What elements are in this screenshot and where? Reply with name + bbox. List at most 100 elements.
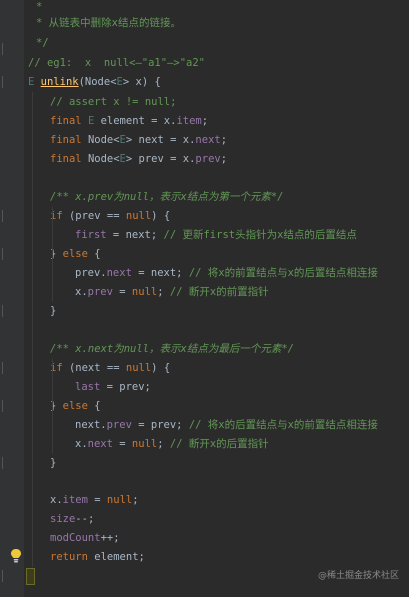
code-line[interactable]: size--; (50, 510, 94, 529)
code-token: ; (220, 153, 228, 165)
code-token: size (50, 513, 76, 525)
code-token: // 将x的前置结点与x的后置结点相连接 (188, 267, 378, 279)
code-line[interactable]: * 从链表中删除x结点的链接。 (36, 14, 181, 33)
fold-marker[interactable] (2, 400, 6, 412)
code-line[interactable]: last = prev; (75, 378, 151, 397)
code-token: // 断开x的前置指针 (169, 286, 269, 298)
code-line[interactable]: } else { (50, 397, 101, 416)
code-token: } (50, 305, 57, 317)
code-line[interactable]: final Node<E> prev = x.prev; (50, 150, 227, 169)
code-token: prev (106, 419, 132, 431)
code-token: final (50, 153, 88, 165)
code-token: item (62, 494, 88, 506)
code-token: = (112, 286, 132, 298)
code-line[interactable]: final E element = x.item; (50, 112, 208, 131)
code-line[interactable]: // assert x != null; (50, 93, 176, 112)
indent-guide (52, 207, 53, 247)
code-line[interactable]: next.prev = prev; // 将x的后置结点与x的前置结点相连接 (75, 416, 378, 435)
code-line[interactable]: E unlink(Node<E> x) { (28, 73, 161, 92)
code-token: = prev; (131, 419, 189, 431)
code-token: { (94, 248, 101, 260)
fold-marker[interactable] (2, 305, 6, 317)
code-token: next (195, 134, 221, 146)
code-token: item (176, 115, 202, 127)
code-token: (prev == (68, 210, 126, 222)
code-token: */ (36, 37, 49, 49)
code-line[interactable]: first = next; // 更新first头指针为x结点的后置结点 (75, 226, 357, 245)
code-token: = next; (131, 267, 189, 279)
code-token: element; (94, 551, 145, 563)
code-token: (next == (68, 362, 126, 374)
code-line[interactable]: final Node<E> next = x.next; (50, 131, 227, 150)
fold-marker[interactable] (2, 362, 6, 374)
code-token: // 将x的后置结点与x的前置结点相连接 (188, 419, 378, 431)
code-token: E (28, 76, 41, 88)
code-line[interactable]: if (next == null) { (50, 359, 170, 378)
code-token: null (131, 438, 158, 450)
code-token: = prev; (100, 381, 151, 393)
code-token: x. (75, 286, 88, 298)
code-token: /** x.next为null，表示x结点为最后一个元素*/ (50, 343, 294, 355)
code-token: ; (157, 286, 170, 298)
fold-marker[interactable] (2, 210, 6, 222)
code-line[interactable]: x.prev = null; // 断开x的前置指针 (75, 283, 269, 302)
code-token: --; (75, 513, 95, 525)
code-line[interactable]: return element; (50, 548, 145, 567)
code-token: ) { (151, 362, 171, 374)
editor-gutter (0, 0, 24, 597)
code-line[interactable]: if (prev == null) { (50, 207, 170, 226)
fold-marker[interactable] (2, 457, 6, 469)
code-token: next. (75, 419, 107, 431)
lightbulb-icon[interactable] (10, 548, 22, 564)
code-token: else (62, 248, 95, 260)
code-line[interactable]: x.next = null; // 断开x的后置指针 (75, 435, 269, 454)
code-token: Node< (87, 134, 120, 146)
code-line[interactable]: /** x.prev为null，表示x结点为第一个元素*/ (50, 188, 283, 207)
code-token: final (50, 115, 88, 127)
code-token: first (75, 229, 107, 241)
code-token: Node< (87, 153, 120, 165)
indent-guide (52, 397, 53, 454)
code-token: } (50, 457, 57, 469)
code-token: ; (220, 134, 228, 146)
code-line[interactable]: prev.next = next; // 将x的前置结点与x的后置结点相连接 (75, 264, 378, 283)
code-token: null (106, 494, 133, 506)
code-line[interactable]: modCount++; (50, 529, 120, 548)
fold-marker[interactable] (2, 76, 6, 88)
code-line[interactable]: } (50, 302, 56, 321)
code-token: > next = x. (125, 134, 196, 146)
code-line[interactable]: */ (36, 34, 49, 53)
code-token: prev. (75, 267, 107, 279)
brace-match-highlight (26, 568, 35, 585)
code-line[interactable]: } else { (50, 245, 101, 264)
code-token: x. (75, 438, 88, 450)
code-token: last (75, 381, 101, 393)
code-token: next (87, 438, 113, 450)
code-line[interactable]: } (50, 454, 56, 473)
code-token: prev (87, 286, 113, 298)
code-token: = next; (106, 229, 164, 241)
code-token: element = x. (100, 115, 177, 127)
code-token: null (131, 286, 158, 298)
code-token: /** x.prev为null，表示x结点为第一个元素*/ (50, 191, 284, 203)
code-token: // 断开x的后置指针 (169, 438, 269, 450)
code-token: null (125, 362, 152, 374)
fold-marker[interactable] (2, 248, 6, 260)
code-line[interactable]: /** x.next为null，表示x结点为最后一个元素*/ (50, 340, 294, 359)
code-token: ) { (151, 210, 171, 222)
code-line[interactable]: x.item = null; (50, 491, 139, 510)
code-token: prev (195, 153, 221, 165)
code-token: ; (157, 438, 170, 450)
code-token: // assert x != null; (50, 96, 177, 108)
code-token: > x) { (122, 76, 161, 88)
code-token: unlink (40, 76, 79, 88)
code-token: = (87, 494, 107, 506)
code-line[interactable]: // eg1: x null<—"a1"—>"a2" (28, 54, 205, 73)
code-token: E (87, 115, 101, 127)
code-token: > prev = x. (125, 153, 196, 165)
indent-guide (52, 245, 53, 302)
fold-marker[interactable] (2, 43, 6, 55)
code-token: null (125, 210, 152, 222)
fold-marker[interactable] (2, 570, 6, 582)
watermark: @稀土掘金技术社区 (317, 571, 399, 581)
